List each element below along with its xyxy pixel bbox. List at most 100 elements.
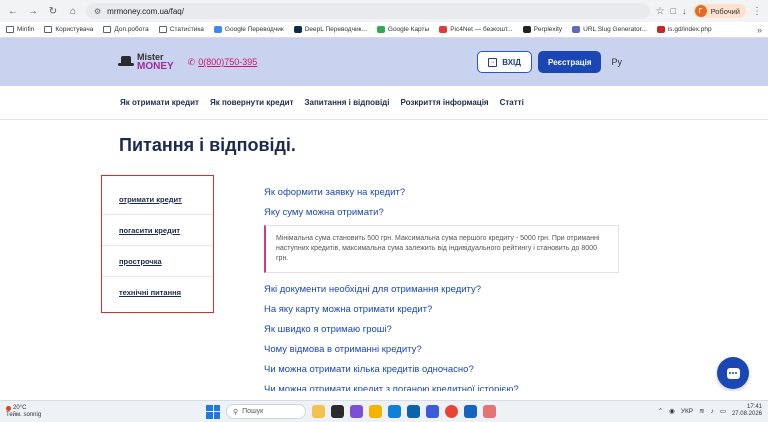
faq-question[interactable]: Чому відмова в отриманні кредиту?: [264, 339, 624, 359]
url-text: mrmoney.com.ua/faq/: [107, 6, 184, 16]
app-icon[interactable]: [483, 405, 496, 418]
category-repay-credit[interactable]: погасити кредит: [102, 215, 213, 246]
folder-icon: [6, 26, 14, 33]
faq-question[interactable]: Яку суму можна отримати?: [264, 202, 624, 222]
tray-chevron-icon[interactable]: ⌃: [658, 407, 663, 415]
faq-question[interactable]: Як оформити заявку на кредит?: [264, 182, 624, 202]
clock-date: 27.08.2026: [731, 411, 762, 417]
site-favicon-icon: [376, 26, 385, 33]
bookmark-item[interactable]: Google Карты: [376, 26, 429, 33]
search-placeholder: Пошук: [242, 408, 264, 415]
folder-icon: [44, 26, 53, 33]
page-content: Питання і відповіді. отримати кредит пог…: [0, 120, 768, 391]
site-header: Mister MONEY ✆ 0(800)750-395 → ВХІД Реєс…: [0, 38, 768, 86]
bookmark-item[interactable]: Perplexity: [522, 26, 562, 33]
app-widget-icon[interactable]: [312, 405, 325, 418]
search-icon: ⚲: [233, 408, 239, 416]
bookmark-item[interactable]: Доп.робота: [103, 26, 149, 33]
browser-toolbar: ← → ↻ ⌂ ⚙ mrmoney.com.ua/faq/ ☆ □ ↓ Г Ро…: [0, 0, 768, 22]
phone-link[interactable]: ✆ 0(800)750-395: [188, 57, 258, 68]
chrome-icon[interactable]: [445, 405, 458, 418]
login-button[interactable]: → ВХІД: [477, 51, 532, 73]
nav-faq[interactable]: Запитання і відповіді: [305, 98, 390, 107]
bookmark-item[interactable]: Користувача: [44, 26, 93, 33]
forward-icon[interactable]: →: [26, 4, 40, 18]
bookmark-label: Статистика: [169, 26, 204, 33]
bookmark-item[interactable]: DeepL Переводчик...: [293, 26, 367, 33]
back-icon[interactable]: ←: [6, 4, 20, 18]
battery-icon[interactable]: ▭: [720, 407, 726, 415]
site-info-icon[interactable]: ⚙: [94, 7, 101, 16]
phone-icon: ✆: [187, 56, 196, 67]
bookmark-label: Користувача: [55, 26, 94, 33]
bookmark-label: Google Переводчик: [224, 26, 284, 33]
edge-icon[interactable]: [388, 405, 401, 418]
weather-widget[interactable]: 20°C Тейм. sonnig: [6, 405, 41, 419]
faq-question[interactable]: Як швидко я отримаю гроші?: [264, 319, 624, 339]
login-label: ВХІД: [502, 57, 521, 67]
bookmark-label: is.gd/index.php: [667, 26, 712, 33]
app-icon[interactable]: [407, 405, 420, 418]
system-tray: ⌃ ◉ УКР ≋ ♪ ▭ 17:41 27.08.2026: [658, 404, 762, 418]
faq-question[interactable]: Які документи необхідні для отримання кр…: [264, 279, 624, 299]
bookmark-label: Minfin: [17, 26, 35, 33]
taskbar-search[interactable]: ⚲ Пошук: [226, 404, 306, 419]
address-bar[interactable]: ⚙ mrmoney.com.ua/faq/: [86, 3, 650, 19]
faq-question[interactable]: На яку карту можна отримати кредит?: [264, 299, 624, 319]
bookmark-item[interactable]: Google Переводчик: [213, 26, 284, 33]
category-overdue[interactable]: прострочка: [102, 246, 213, 277]
category-get-credit[interactable]: отримати кредит: [102, 184, 213, 215]
site-favicon-icon: [522, 26, 531, 33]
faq-question[interactable]: Чи можна отримати кілька кредитів одноча…: [264, 359, 624, 379]
app-word-icon[interactable]: [464, 405, 477, 418]
windows-start-icon[interactable]: [206, 404, 220, 419]
profile-button[interactable]: Г Робочий: [692, 4, 746, 18]
task-view-icon[interactable]: [331, 405, 344, 418]
file-explorer-icon[interactable]: [369, 405, 382, 418]
bookmark-label: URL Slug Generator...: [583, 26, 647, 33]
folder-icon: [103, 26, 112, 33]
more-bookmarks-icon[interactable]: »: [757, 25, 762, 35]
extensions-icon[interactable]: □: [671, 6, 676, 16]
reload-icon[interactable]: ↻: [46, 4, 60, 18]
bookmark-item[interactable]: Статистика: [158, 26, 204, 33]
site-favicon-icon: [293, 26, 302, 33]
faq-question[interactable]: Чи можна отримати кредит з поганою креди…: [264, 379, 624, 392]
register-button[interactable]: Реєстрація: [537, 51, 602, 73]
category-technical[interactable]: технічні питання: [102, 277, 213, 308]
bookmark-label: Доп.робота: [114, 26, 149, 33]
tray-app-icon[interactable]: ◉: [669, 407, 675, 415]
app-icon[interactable]: [426, 405, 439, 418]
volume-icon[interactable]: ♪: [711, 408, 714, 415]
home-icon[interactable]: ⌂: [66, 4, 80, 18]
nav-disclosure[interactable]: Розкриття інформація: [400, 98, 488, 107]
logo[interactable]: Mister MONEY: [118, 53, 174, 72]
bookmark-item[interactable]: Pic4Net — безкошт...: [439, 26, 513, 33]
os-taskbar: 20°C Тейм. sonnig ⚲ Пошук ⌃ ◉ УКР ≋ ♪ ▭ …: [0, 400, 768, 422]
tray-lang[interactable]: УКР: [681, 408, 693, 415]
clock[interactable]: 17:41 27.08.2026: [732, 404, 762, 418]
bookmark-item[interactable]: is.gd/index.php: [656, 26, 712, 33]
browser-menu-icon[interactable]: ⋮: [752, 6, 762, 17]
bookmark-item[interactable]: Minfin: [6, 26, 34, 33]
site-favicon-icon: [439, 26, 448, 33]
bookmark-star-icon[interactable]: ☆: [656, 6, 665, 17]
downloads-icon[interactable]: ↓: [682, 6, 687, 16]
nav-articles[interactable]: Статті: [500, 98, 524, 107]
hat-icon: [118, 56, 134, 68]
language-switch[interactable]: Ру: [611, 57, 622, 67]
weather-temp: 20°C: [13, 404, 27, 411]
wifi-icon[interactable]: ≋: [699, 407, 704, 415]
nav-how-to-get[interactable]: Як отримати кредит: [120, 98, 199, 107]
bookmark-item[interactable]: URL Slug Generator...: [572, 26, 647, 33]
chat-button[interactable]: [717, 357, 749, 389]
nav-how-to-repay[interactable]: Як повернути кредит: [210, 98, 294, 107]
clock-time: 17:41: [746, 404, 762, 410]
app-teams-icon[interactable]: [350, 405, 363, 418]
site-favicon-icon: [213, 26, 222, 33]
bookmarks-bar: Minfin Користувача Доп.робота Статистика Goo…: [0, 22, 768, 38]
chat-icon: [726, 367, 740, 379]
avatar: Г: [694, 5, 707, 17]
faq-list: Як оформити заявку на кредит? Яку суму м…: [264, 182, 624, 391]
profile-label: Робочий: [710, 6, 740, 16]
